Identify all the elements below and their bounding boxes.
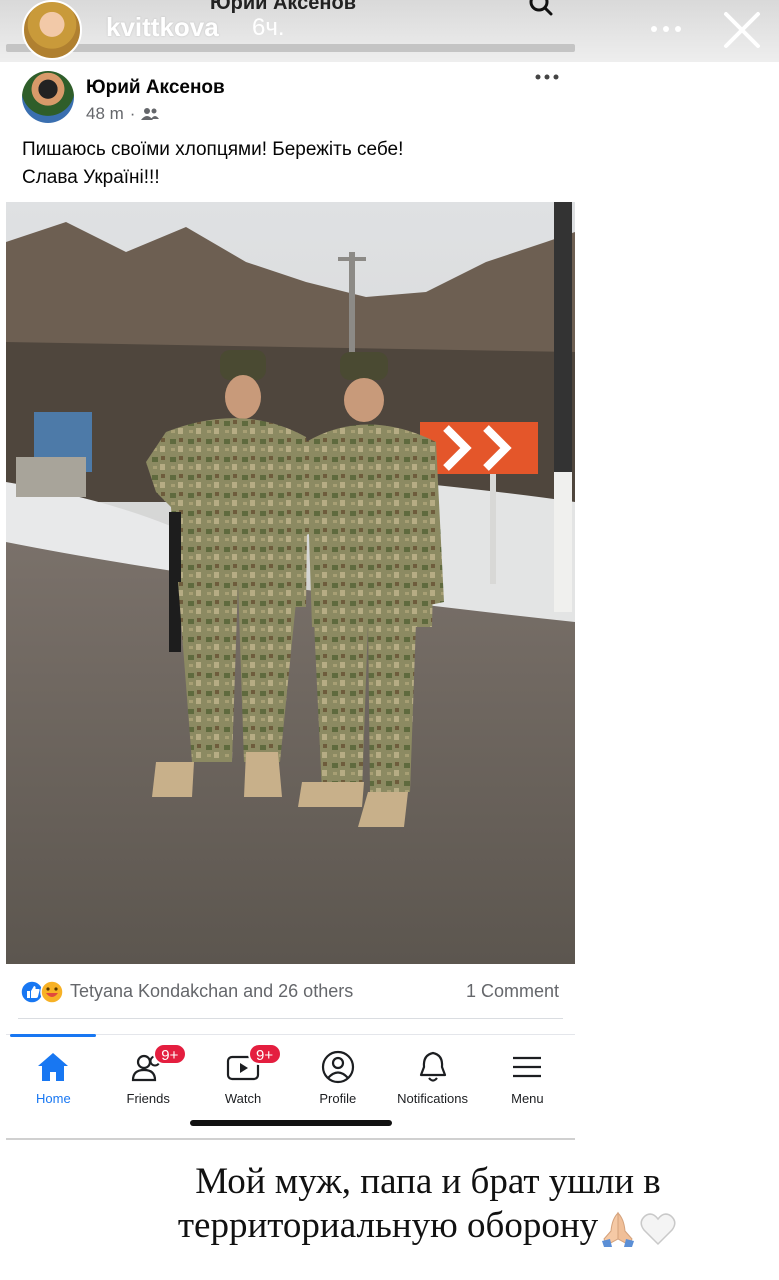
bell-icon [419, 1051, 446, 1082]
tab-friends[interactable]: 9+ Friends [101, 1035, 196, 1115]
story-progress-bar [6, 44, 575, 52]
tab-watch[interactable]: 9+ Watch [196, 1035, 291, 1115]
tab-label: Watch [224, 1091, 262, 1106]
post-text: Пишаюсь своїми хлопцями! Бережіть себе! … [22, 136, 562, 192]
divider [18, 1018, 563, 1019]
tab-label: Home [36, 1091, 71, 1106]
tab-label: Friends [126, 1091, 170, 1106]
post-photo[interactable] [6, 202, 575, 964]
tab-profile[interactable]: Profile [290, 1035, 385, 1115]
facebook-post-screenshot: Юрий Аксенов 48 m · Пишаюсь своїми хлопц… [6, 62, 575, 1140]
menu-icon [513, 1056, 542, 1078]
home-icon [38, 1053, 69, 1081]
post-time: 48 m [86, 104, 124, 123]
post-options-icon[interactable] [534, 72, 560, 82]
post-meta: 48 m · [86, 104, 160, 124]
close-icon[interactable] [720, 8, 764, 52]
post-text-line: Слава Україні!!! [22, 167, 160, 188]
caption-line: территориальную оборону [133, 1204, 723, 1249]
post-author[interactable]: Юрий Аксенов [86, 77, 225, 99]
tab-home[interactable]: Home [6, 1034, 101, 1115]
search-icon [529, 0, 553, 16]
home-indicator [190, 1120, 392, 1126]
praying-hands-icon [602, 1211, 635, 1247]
tab-label: Menu [511, 1091, 544, 1106]
caption-line: Мой муж, папа и брат ушли в [195, 1161, 661, 1202]
bottom-tab-bar: Home 9+ Friends 9+ Watch Profile Notific… [6, 1034, 575, 1114]
story-username[interactable]: kvittkova [106, 12, 219, 43]
profile-icon [321, 1050, 354, 1084]
tab-label: Profile [319, 1091, 357, 1106]
caption-text: территориальную оборону [177, 1205, 599, 1246]
white-heart-icon [640, 1212, 676, 1245]
peek-page-title: Юрий Аксенов [210, 0, 357, 14]
meta-separator: · [129, 104, 136, 123]
ellipsis-icon[interactable] [648, 14, 684, 44]
story-caption: Мой муж, папа и брат ушли в территориаль… [133, 1158, 723, 1252]
comment-count[interactable]: 1 Comment [466, 981, 559, 1002]
like-love-reaction-icon [20, 980, 64, 1004]
active-tab-indicator [10, 1034, 96, 1037]
avatar[interactable] [22, 71, 74, 123]
friends-icon [141, 108, 160, 120]
tab-notifications[interactable]: Notifications [385, 1035, 480, 1115]
tab-label: Notifications [397, 1091, 468, 1106]
post-text-line: Пишаюсь своїми хлопцями! Бережіть себе! [22, 139, 404, 160]
notification-badge: 9+ [247, 1043, 282, 1065]
tab-menu[interactable]: Menu [480, 1035, 575, 1115]
reactions-row[interactable]: Tetyana Kondakchan and 26 others 1 Comme… [6, 976, 575, 1008]
story-avatar[interactable] [22, 0, 82, 60]
story-time: 6ч. [252, 14, 285, 41]
reaction-names[interactable]: Tetyana Kondakchan and 26 others [70, 981, 353, 1002]
notification-badge: 9+ [152, 1043, 187, 1065]
divider [6, 1138, 575, 1140]
